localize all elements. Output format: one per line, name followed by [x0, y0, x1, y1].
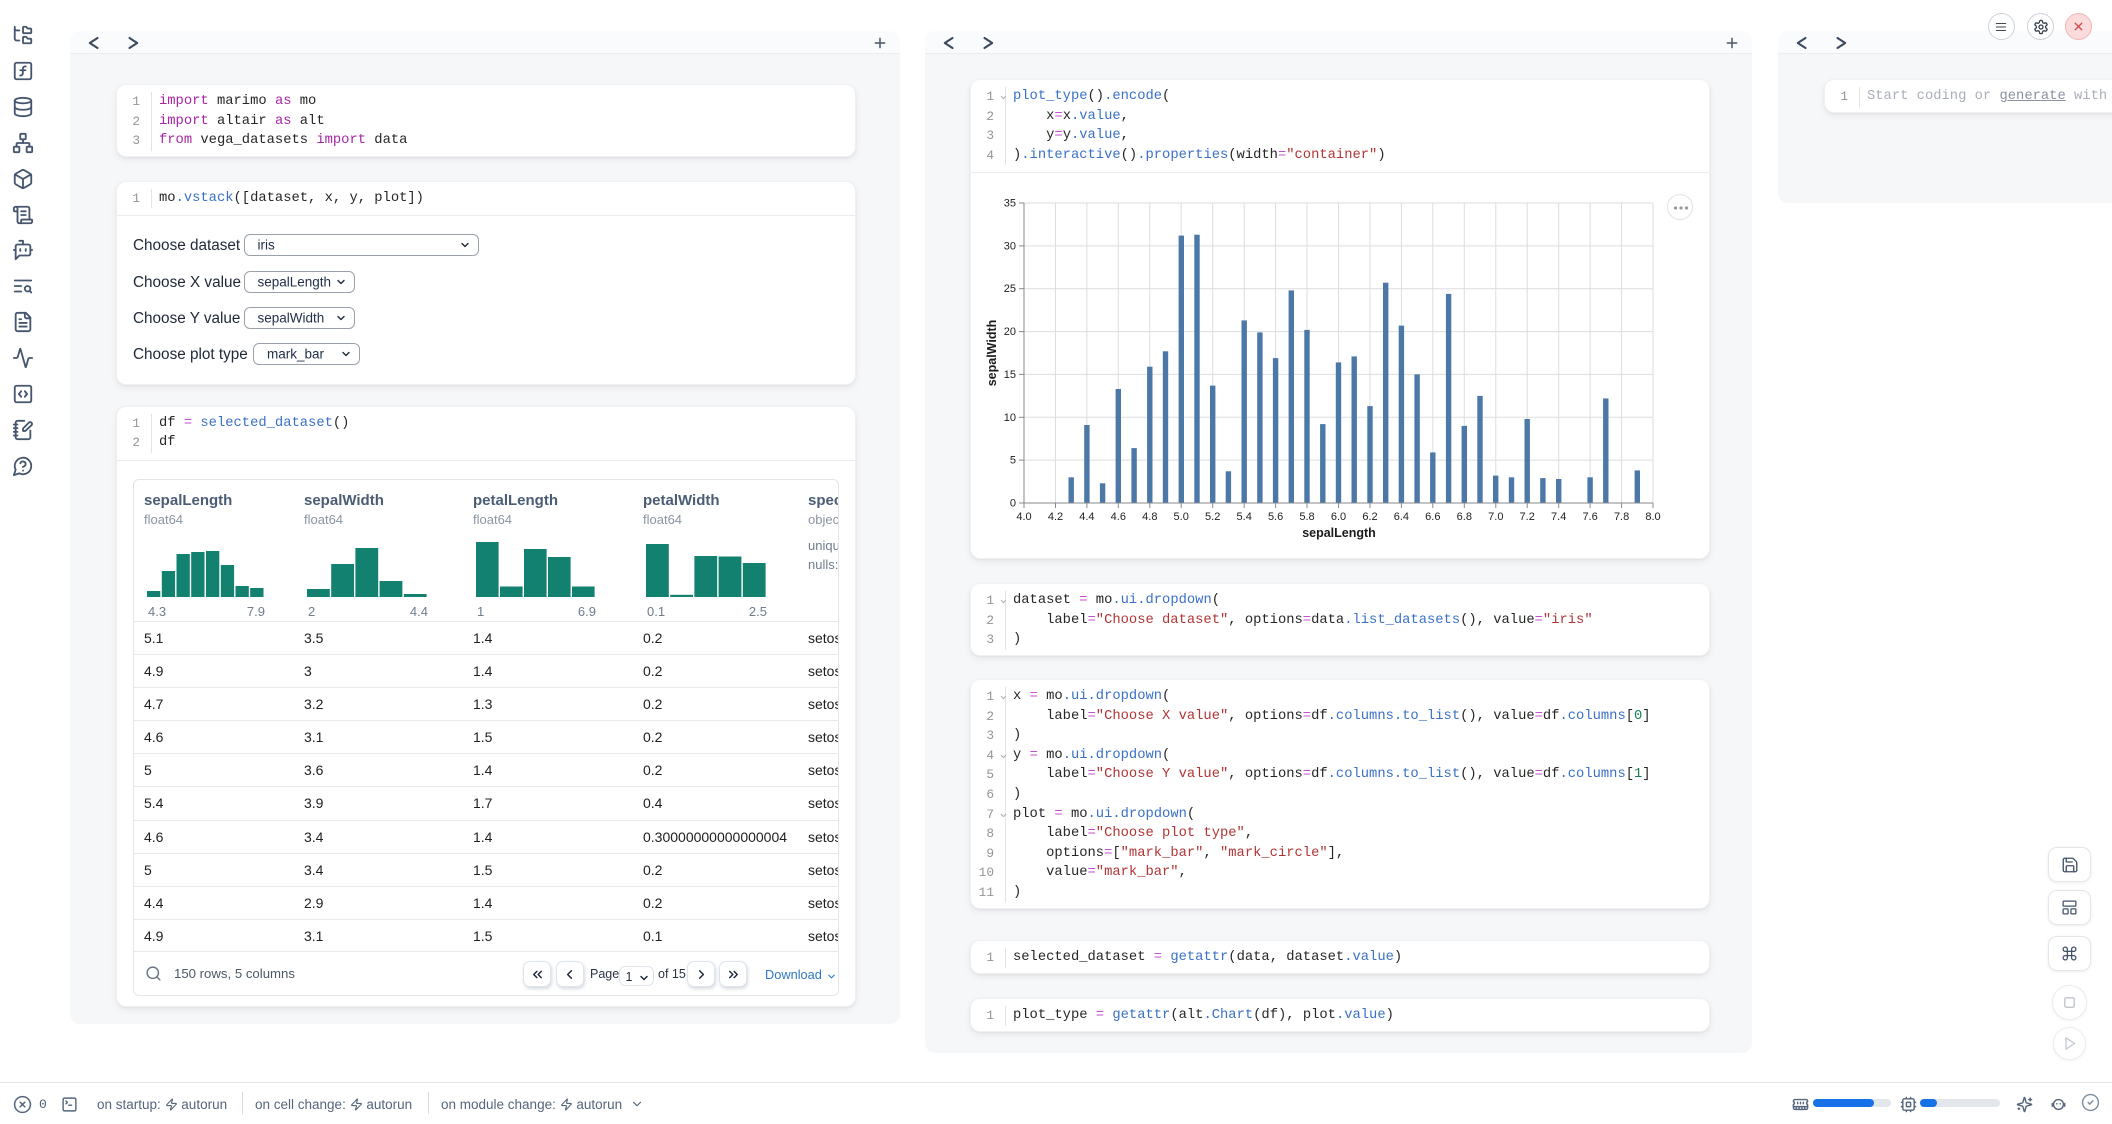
svg-text:4.4: 4.4 [1079, 511, 1094, 523]
svg-text:sepalWidth: sepalWidth [985, 320, 999, 387]
svg-text:7.6: 7.6 [1582, 511, 1597, 523]
svg-text:8.0: 8.0 [1645, 511, 1660, 523]
svg-text:6.2: 6.2 [1362, 511, 1377, 523]
svg-text:5.2: 5.2 [1205, 511, 1220, 523]
svg-text:6.8: 6.8 [1457, 511, 1472, 523]
svg-text:6.4: 6.4 [1394, 511, 1409, 523]
svg-text:30: 30 [1004, 241, 1016, 253]
svg-text:5.8: 5.8 [1299, 511, 1314, 523]
svg-text:10: 10 [1004, 412, 1016, 424]
svg-text:6.6: 6.6 [1425, 511, 1440, 523]
svg-text:5.4: 5.4 [1237, 511, 1252, 523]
svg-text:7.0: 7.0 [1488, 511, 1503, 523]
svg-text:20: 20 [1004, 326, 1016, 338]
svg-text:35: 35 [1004, 198, 1016, 210]
svg-text:25: 25 [1004, 284, 1016, 296]
svg-text:0: 0 [1010, 498, 1016, 510]
svg-text:4.8: 4.8 [1142, 511, 1157, 523]
svg-text:5.0: 5.0 [1174, 511, 1189, 523]
svg-text:7.2: 7.2 [1520, 511, 1535, 523]
svg-text:sepalLength: sepalLength [1302, 526, 1376, 540]
svg-text:7.4: 7.4 [1551, 511, 1566, 523]
svg-text:6.0: 6.0 [1331, 511, 1346, 523]
svg-text:4.0: 4.0 [1016, 511, 1031, 523]
svg-text:4.2: 4.2 [1048, 511, 1063, 523]
svg-text:5.6: 5.6 [1268, 511, 1283, 523]
svg-text:5: 5 [1010, 455, 1016, 467]
svg-text:4.6: 4.6 [1111, 511, 1126, 523]
svg-text:7.8: 7.8 [1614, 511, 1629, 523]
svg-text:15: 15 [1004, 369, 1016, 381]
